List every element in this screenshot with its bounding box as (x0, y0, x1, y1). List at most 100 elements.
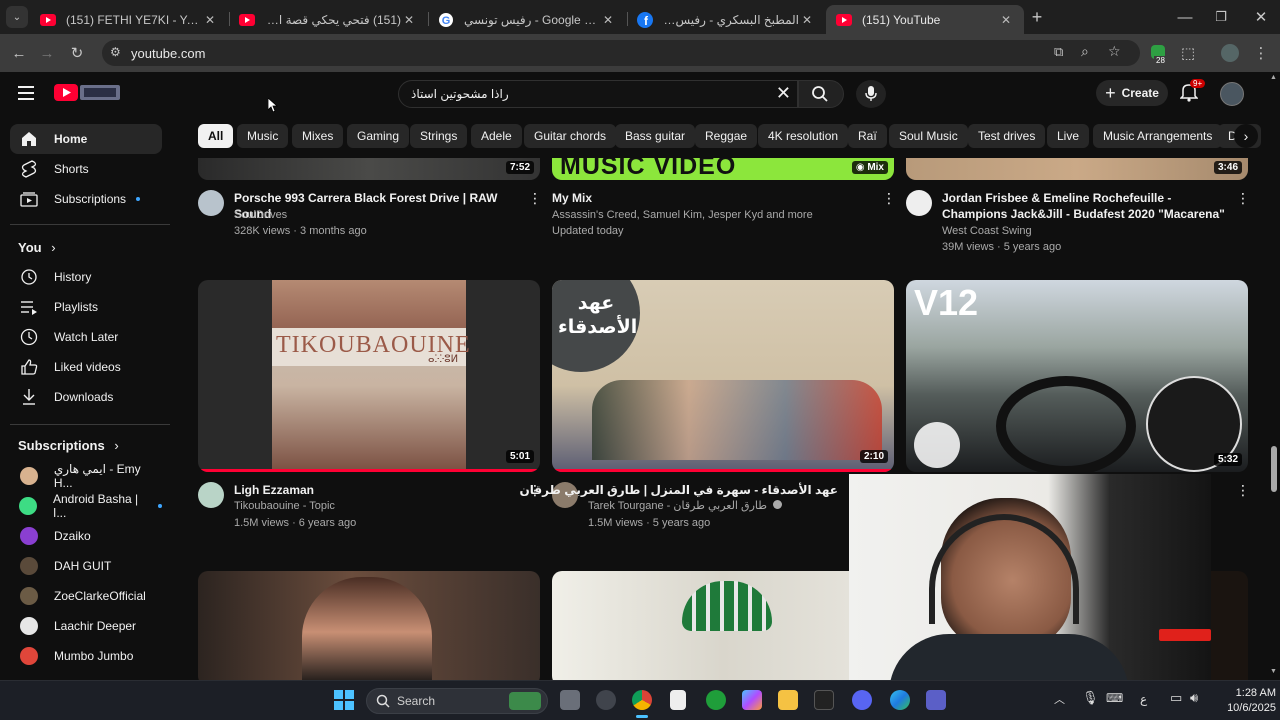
sidebar-sub-channel[interactable]: DAH GUIT (10, 551, 162, 581)
sidebar-item-home[interactable]: Home (10, 124, 162, 154)
new-tab-icon[interactable]: + (1026, 6, 1048, 28)
page-scrollbar[interactable]: ▲ ▼ (1268, 72, 1280, 680)
sidebar-item-watch-later[interactable]: Watch Later (10, 322, 162, 352)
channel-name[interactable]: Assassin's Creed, Samuel Kim, Jesper Kyd… (552, 207, 813, 223)
channel-name[interactable]: Tikoubaouine - Topic (234, 498, 335, 514)
chips-next-button[interactable]: › (1234, 124, 1258, 148)
url-text[interactable]: youtube.com (131, 46, 205, 61)
discord-icon[interactable] (852, 690, 872, 710)
copilot-icon[interactable] (742, 690, 762, 710)
video-thumbnail[interactable] (1210, 571, 1248, 680)
windows-start-icon[interactable] (334, 690, 354, 715)
notifications-button[interactable]: 9+ (1179, 79, 1206, 104)
xbox-icon[interactable] (706, 690, 726, 710)
task-view-icon[interactable] (560, 690, 580, 710)
chip[interactable]: Music Arrangements (1093, 124, 1223, 148)
video-title[interactable]: Jordan Frisbee & Emeline Rochefeuille - … (942, 190, 1232, 222)
reload-icon[interactable]: ↻ (66, 42, 88, 64)
sidebar-item-downloads[interactable]: Downloads (10, 382, 162, 412)
scroll-up-icon[interactable]: ▲ (1270, 74, 1277, 81)
file-explorer-icon[interactable] (778, 690, 798, 710)
sidebar-sub-channel[interactable]: Laachir Deeper (10, 611, 162, 641)
microphone-tray-icon[interactable]: 🎙︎ (1082, 690, 1099, 706)
browser-tab-1[interactable]: (151) FETHI YE7KI - YouTube ✕ (30, 5, 228, 34)
clear-search-icon[interactable]: ✕ (776, 83, 791, 104)
tab-search-icon[interactable]: ⌄ (6, 6, 28, 28)
window-close-icon[interactable]: ✕ (1250, 6, 1272, 28)
more-actions-icon[interactable]: ⋮ (1236, 190, 1250, 207)
sidebar-item-playlists[interactable]: Playlists (10, 292, 162, 322)
video-title[interactable]: My Mix (552, 190, 852, 206)
scrollbar-thumb[interactable] (1271, 446, 1277, 492)
close-icon[interactable]: ✕ (600, 13, 616, 27)
channel-name[interactable]: West Coast Swing (942, 223, 1032, 239)
show-hidden-icons-icon[interactable]: ︿ (1054, 691, 1065, 707)
video-thumbnail[interactable] (552, 571, 894, 680)
sidebar-sub-channel[interactable]: ZoeClarkeOfficial (10, 581, 162, 611)
more-actions-icon[interactable]: ⋮ (882, 190, 896, 207)
you-section-header[interactable]: You › (18, 240, 56, 255)
video-thumbnail[interactable]: V12 5:32 (906, 280, 1248, 472)
video-thumbnail[interactable]: 7:52 (198, 158, 540, 180)
site-info-icon[interactable]: ⚙ (110, 45, 121, 59)
chrome-taskbar-icon[interactable] (632, 690, 652, 710)
search-button[interactable] (798, 80, 844, 108)
address-bar[interactable]: ⚙ youtube.com ⧉ ⌕ ☆ (102, 40, 1140, 66)
sidebar-item-liked[interactable]: Liked videos (10, 352, 162, 382)
clock-time[interactable]: 1:28 AM (1222, 687, 1276, 699)
create-button[interactable]: + Create (1096, 80, 1168, 106)
channel-name[interactable]: Tarek Tourgane - طارق العربي طرقان (588, 498, 783, 514)
profile-avatar-icon[interactable] (1219, 42, 1241, 64)
subscriptions-section-header[interactable]: Subscriptions › (18, 438, 119, 453)
sidebar-sub-channel[interactable]: ايمي هاري - Emy H... (10, 461, 162, 491)
keyboard-icon[interactable]: ⌨ (1106, 691, 1123, 705)
chip[interactable]: Adele (471, 124, 522, 148)
chip[interactable]: Strings (410, 124, 468, 148)
video-thumbnail[interactable]: TIKOUBAOUINE ⴰⴾⴾⵓⵍ 5:01 (198, 280, 540, 472)
account-avatar[interactable] (1220, 82, 1244, 106)
channel-avatar[interactable] (906, 190, 932, 216)
edge-icon[interactable] (890, 690, 910, 710)
bookmark-star-icon[interactable]: ☆ (1108, 43, 1121, 60)
sidebar-item-subscriptions[interactable]: Subscriptions (10, 184, 162, 214)
browser-tab-5[interactable]: (151) YouTube ✕ (826, 5, 1024, 34)
scroll-down-icon[interactable]: ▼ (1270, 668, 1277, 675)
sidebar-sub-channel[interactable]: Android Basha | ا... (10, 491, 162, 521)
more-actions-icon[interactable]: ⋮ (1236, 482, 1250, 499)
more-actions-icon[interactable]: ⋮ (528, 190, 542, 207)
close-icon[interactable]: ✕ (998, 13, 1014, 27)
channel-avatar[interactable] (198, 482, 224, 508)
close-icon[interactable]: ✕ (799, 13, 815, 27)
network-icon[interactable]: ▭ (1170, 690, 1182, 706)
epic-games-icon[interactable] (814, 690, 834, 710)
close-icon[interactable]: ✕ (401, 13, 417, 27)
browser-tab-3[interactable]: G رفيس تونسي - Google Search ✕ (428, 5, 626, 34)
back-icon[interactable]: ← (8, 42, 30, 64)
chip[interactable]: Bass guitar (615, 124, 696, 148)
chip[interactable]: Raï (848, 124, 887, 148)
chip[interactable]: Live (1047, 124, 1090, 148)
chip[interactable]: Test drives (968, 124, 1046, 148)
minimize-icon[interactable]: — (1174, 6, 1196, 28)
sidebar-sub-channel[interactable]: Mumbo Jumbo (10, 641, 162, 671)
input-language[interactable]: ع (1140, 692, 1147, 706)
browser-tab-4[interactable]: f المطبخ البسكري - رفيس تونسي ✕ (627, 5, 825, 34)
close-icon[interactable]: ✕ (202, 13, 218, 27)
sidebar-item-history[interactable]: History (10, 262, 162, 292)
chip[interactable]: Soul Music (889, 124, 968, 148)
search-box[interactable]: راذا مشحوتين استاذ ✕ (398, 80, 798, 108)
video-thumbnail[interactable] (198, 571, 540, 680)
zoom-icon[interactable]: ⌕ (1081, 43, 1089, 60)
file-icon[interactable] (670, 690, 686, 710)
video-title[interactable]: Ligh Ezzaman (234, 482, 524, 498)
forward-icon[interactable]: → (36, 42, 58, 64)
chip[interactable]: Guitar chords (524, 124, 617, 148)
browser-tab-2[interactable]: (151) فتحي يحكي قصة الكعبوش ✕ (229, 5, 427, 34)
taskbar-search-box[interactable]: Search (366, 688, 548, 714)
chip[interactable]: Mixes (292, 124, 344, 148)
sidebar-item-shorts[interactable]: Shorts (10, 154, 162, 184)
search-input[interactable]: راذا مشحوتين استاذ (411, 87, 509, 101)
video-thumbnail[interactable]: 3:46 (906, 158, 1248, 180)
video-thumbnail[interactable]: MUSIC VIDEO ◉ Mix (552, 158, 894, 180)
voice-search-button[interactable] (856, 80, 886, 108)
